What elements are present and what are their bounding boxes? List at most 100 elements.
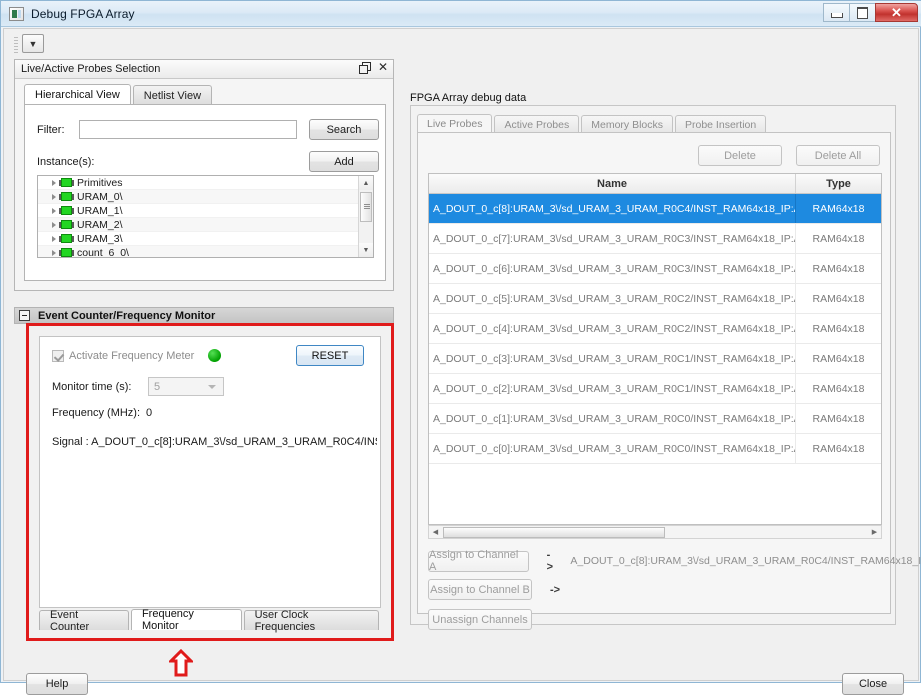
fpga-array-debug-data-label: FPGA Array debug data [410, 92, 526, 104]
tab-netlist-view[interactable]: Netlist View [133, 85, 212, 105]
event-counter-tabstrip: Event Counter Frequency Monitor User Clo… [39, 609, 381, 630]
unassign-channels-button[interactable]: Unassign Channels [428, 609, 532, 630]
dock-close-icon[interactable]: ✕ [378, 62, 388, 73]
tree-item-label: count_6_0\ [77, 247, 129, 259]
window-title: Debug FPGA Array [31, 7, 135, 21]
table-row[interactable]: A_DOUT_0_c[6]:URAM_3\/sd_URAM_3_URAM_R0C… [429, 254, 881, 284]
instance-tree-scrollbar[interactable]: ▲ ▼ [358, 176, 373, 257]
table-cell-name: A_DOUT_0_c[2]:URAM_3\/sd_URAM_3_URAM_R0C… [429, 374, 796, 403]
footer-close-button-label: Close [859, 678, 887, 690]
event-counter-group-title: Event Counter/Frequency Monitor [38, 310, 215, 322]
table-row[interactable]: A_DOUT_0_c[5]:URAM_3\/sd_URAM_3_URAM_R0C… [429, 284, 881, 314]
hierarchical-view-panel: Filter: Search Instance(s): Add Primitiv… [24, 104, 386, 281]
title-bar: Debug FPGA Array ✕ [1, 1, 921, 27]
expand-triangle-icon[interactable] [52, 180, 56, 186]
tree-item[interactable]: Primitives [38, 176, 373, 190]
hscroll-thumb[interactable] [443, 527, 665, 538]
assign-to-channel-b-button[interactable]: Assign to Channel B [428, 579, 532, 600]
table-cell-type: RAM64x18 [796, 404, 881, 433]
activate-frequency-meter-checkbox[interactable] [52, 350, 64, 362]
live-probes-panel: Delete Delete All Name Type A_DOUT_0_c[8… [417, 132, 891, 614]
tree-item-label: URAM_3\ [77, 233, 123, 245]
reset-button-label: RESET [312, 350, 349, 362]
assign-to-channel-b-label: Assign to Channel B [430, 584, 530, 596]
table-cell-name: A_DOUT_0_c[3]:URAM_3\/sd_URAM_3_URAM_R0C… [429, 344, 796, 373]
column-header-name[interactable]: Name [429, 174, 796, 193]
search-button-label: Search [327, 124, 362, 136]
tab-user-clock-frequencies[interactable]: User Clock Frequencies [244, 610, 379, 630]
restore-icon[interactable] [359, 62, 370, 73]
table-row[interactable]: A_DOUT_0_c[7]:URAM_3\/sd_URAM_3_URAM_R0C… [429, 224, 881, 254]
table-row[interactable]: A_DOUT_0_c[4]:URAM_3\/sd_URAM_3_URAM_R0C… [429, 314, 881, 344]
expand-triangle-icon[interactable] [52, 194, 56, 200]
table-cell-name: A_DOUT_0_c[7]:URAM_3\/sd_URAM_3_URAM_R0C… [429, 224, 796, 253]
tree-item[interactable]: URAM_1\ [38, 204, 373, 218]
table-cell-type: RAM64x18 [796, 344, 881, 373]
scroll-right-icon[interactable]: ▶ [868, 526, 881, 538]
assign-to-channel-a-label: Assign to Channel A [429, 549, 528, 573]
reset-button[interactable]: RESET [296, 345, 364, 366]
toolbar-dropdown-button[interactable]: ▼ [22, 34, 44, 53]
delete-button-label: Delete [724, 150, 756, 162]
tab-frequency-monitor[interactable]: Frequency Monitor [131, 609, 242, 630]
tab-memory-blocks[interactable]: Memory Blocks [581, 115, 673, 133]
tree-item-label: Primitives [77, 177, 123, 189]
help-button[interactable]: Help [26, 673, 88, 695]
tree-item[interactable]: URAM_2\ [38, 218, 373, 232]
chip-icon [61, 206, 72, 215]
expand-triangle-icon[interactable] [52, 250, 56, 256]
collapse-icon[interactable] [19, 310, 30, 321]
tab-user-clock-frequencies-label: User Clock Frequencies [255, 609, 368, 633]
toolbar-grip[interactable] [14, 37, 18, 53]
tab-live-probes[interactable]: Live Probes [417, 114, 492, 133]
monitor-time-select[interactable]: 5 [148, 377, 224, 396]
window-controls: ✕ [824, 3, 918, 22]
table-cell-name: A_DOUT_0_c[1]:URAM_3\/sd_URAM_3_URAM_R0C… [429, 404, 796, 433]
table-row[interactable]: A_DOUT_0_c[2]:URAM_3\/sd_URAM_3_URAM_R0C… [429, 374, 881, 404]
expand-triangle-icon[interactable] [52, 236, 56, 242]
scroll-up-icon[interactable]: ▲ [359, 176, 373, 190]
activate-frequency-meter-label: Activate Frequency Meter [69, 350, 194, 362]
delete-button[interactable]: Delete [698, 145, 782, 166]
add-button[interactable]: Add [309, 151, 379, 172]
debug-data-tabstrip: Live Probes Active Probes Memory Blocks … [417, 114, 887, 133]
tab-probe-insertion[interactable]: Probe Insertion [675, 115, 766, 133]
table-cell-type: RAM64x18 [796, 224, 881, 253]
table-horizontal-scrollbar[interactable]: ◀ ▶ [428, 525, 882, 539]
column-header-type[interactable]: Type [796, 174, 881, 193]
expand-triangle-icon[interactable] [52, 222, 56, 228]
tab-event-counter[interactable]: Event Counter [39, 610, 129, 630]
table-row[interactable]: A_DOUT_0_c[8]:URAM_3\/sd_URAM_3_URAM_R0C… [429, 194, 881, 224]
close-button[interactable]: ✕ [875, 3, 918, 22]
instance-tree[interactable]: Primitives URAM_0\URAM_1\URAM_2\URAM_3\co… [37, 175, 374, 258]
table-row[interactable]: A_DOUT_0_c[3]:URAM_3\/sd_URAM_3_URAM_R0C… [429, 344, 881, 374]
scroll-down-icon[interactable]: ▼ [359, 243, 373, 257]
tree-item-label: URAM_0\ [77, 191, 123, 203]
expand-triangle-icon[interactable] [52, 208, 56, 214]
monitor-time-row: Monitor time (s): 5 [52, 377, 224, 396]
minimize-button[interactable] [823, 3, 850, 22]
footer-close-button[interactable]: Close [842, 673, 904, 695]
tab-event-counter-label: Event Counter [50, 609, 118, 633]
tab-active-probes[interactable]: Active Probes [494, 115, 579, 133]
maximize-button[interactable] [849, 3, 876, 22]
event-counter-group-header[interactable]: Event Counter/Frequency Monitor [14, 307, 394, 324]
search-button[interactable]: Search [309, 119, 379, 140]
frequency-value: 0 [146, 407, 152, 419]
assign-to-channel-a-button[interactable]: Assign to Channel A [428, 551, 529, 572]
toolbar: ▼ [14, 34, 894, 56]
tree-item[interactable]: URAM_3\ [38, 232, 373, 246]
filter-input[interactable] [79, 120, 297, 139]
unassign-channels-label: Unassign Channels [432, 614, 527, 626]
table-row[interactable]: A_DOUT_0_c[0]:URAM_3\/sd_URAM_3_URAM_R0C… [429, 434, 881, 464]
table-row[interactable]: A_DOUT_0_c[1]:URAM_3\/sd_URAM_3_URAM_R0C… [429, 404, 881, 434]
delete-all-button[interactable]: Delete All [796, 145, 880, 166]
tree-item[interactable]: URAM_0\ [38, 190, 373, 204]
tree-item[interactable]: count_6_0\ [38, 246, 373, 258]
tab-active-probes-label: Active Probes [504, 119, 569, 131]
tab-hierarchical-view[interactable]: Hierarchical View [24, 84, 131, 105]
scroll-left-icon[interactable]: ◀ [429, 526, 442, 538]
live-probes-table: Name Type A_DOUT_0_c[8]:URAM_3\/sd_URAM_… [428, 173, 882, 525]
scroll-thumb[interactable] [360, 192, 372, 222]
tab-frequency-monitor-label: Frequency Monitor [142, 608, 231, 632]
